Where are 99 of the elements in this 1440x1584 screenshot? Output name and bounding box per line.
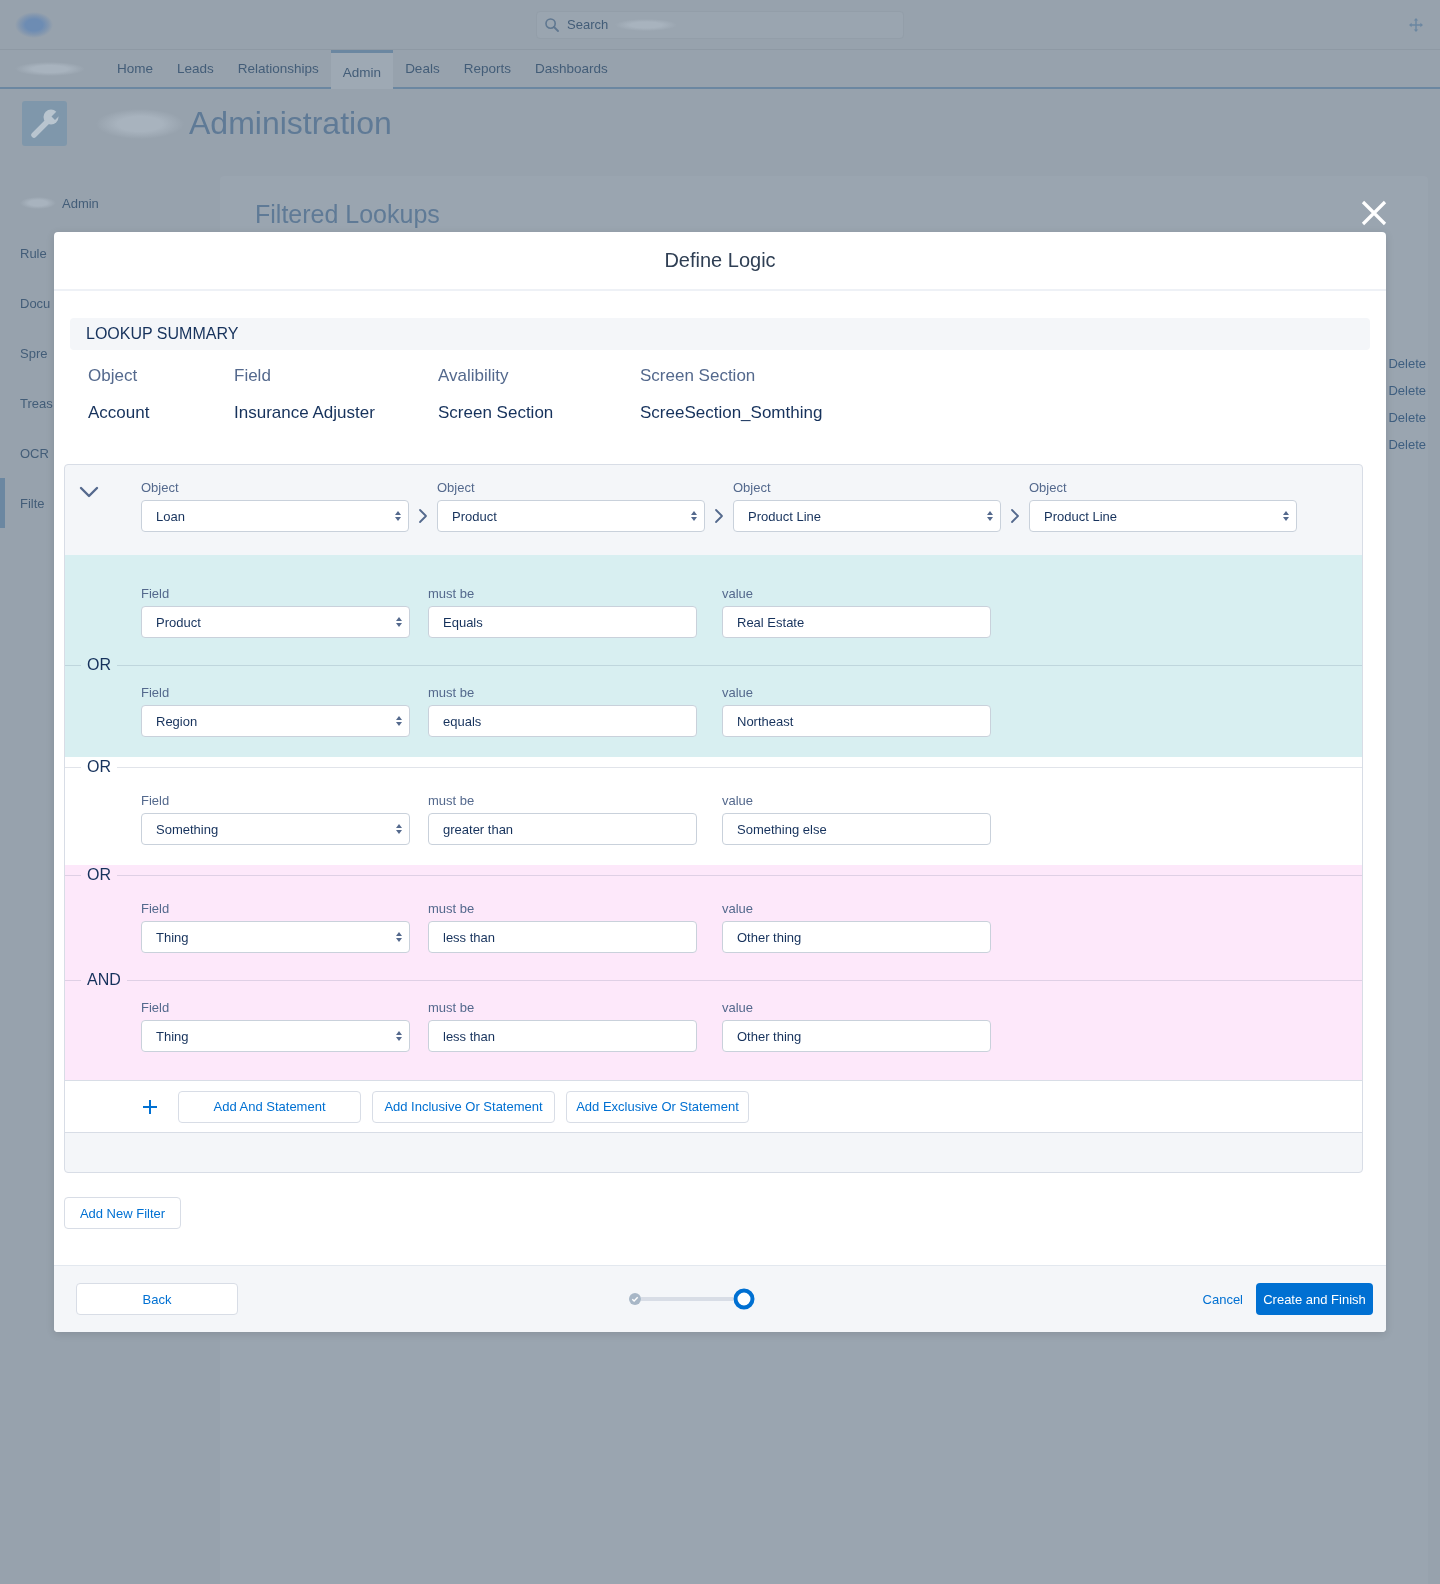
field-label: Object — [437, 480, 475, 496]
search-icon — [545, 17, 559, 32]
field-label: Field — [141, 901, 170, 917]
field-label: value — [722, 1000, 754, 1016]
object-select[interactable]: Loan — [141, 500, 409, 532]
add-statement-button[interactable]: Add Exclusive Or Statement — [566, 1090, 749, 1123]
back-button[interactable]: Back — [76, 1283, 238, 1315]
add-statement-button[interactable]: Add And Statement — [178, 1090, 361, 1123]
summary-label: Field — [234, 365, 271, 387]
operator-input[interactable]: less than — [428, 921, 697, 953]
chevron-right-icon — [714, 508, 724, 524]
sidebar-item[interactable]: Docu — [0, 278, 51, 328]
add-filter-button[interactable]: Add New Filter — [64, 1197, 181, 1229]
value-input[interactable]: Northeast — [722, 705, 991, 737]
field-label: must be — [428, 586, 475, 602]
summary-label: Avalibility — [438, 365, 509, 387]
sidebar-item[interactable]: Filte — [0, 478, 45, 528]
sidebar-item[interactable]: Spre — [0, 328, 48, 378]
delete-link[interactable]: Delete — [1388, 356, 1426, 371]
field-select[interactable]: Product — [141, 606, 410, 638]
field-label: value — [722, 793, 754, 809]
operator-input[interactable]: greater than — [428, 813, 697, 845]
field-label: must be — [428, 793, 475, 809]
operator-input[interactable]: equals — [428, 705, 697, 737]
nav-tab[interactable]: Home — [105, 50, 165, 87]
field-label: must be — [428, 1000, 475, 1016]
field-label: Field — [141, 1000, 170, 1016]
delete-link[interactable]: Delete — [1388, 437, 1426, 452]
close-icon — [1361, 200, 1387, 226]
logic-operator: OR — [87, 757, 111, 777]
plus-icon — [143, 1099, 157, 1114]
nav-tab[interactable]: Admin — [330, 50, 394, 89]
updown-arrows-icon — [396, 716, 402, 726]
summary-label: Screen Section — [640, 365, 756, 387]
operator-input[interactable]: less than — [428, 1020, 697, 1052]
field-label: value — [722, 901, 754, 917]
field-select[interactable]: Region — [141, 705, 410, 737]
updown-arrows-icon — [395, 511, 401, 521]
nav-tab[interactable]: Deals — [393, 50, 452, 87]
value-input[interactable]: Something else — [722, 813, 991, 845]
summary-value: ScreeSection_Somthing — [640, 402, 823, 424]
sidebar-item[interactable]: Admin — [0, 178, 99, 228]
updown-arrows-icon — [396, 824, 402, 834]
summary-label: Object — [88, 365, 138, 387]
section-title: Filtered Lookups — [255, 199, 440, 229]
add-statement-button[interactable]: Add Inclusive Or Statement — [372, 1090, 555, 1123]
field-label: Object — [141, 480, 179, 496]
field-label: value — [722, 685, 754, 701]
updown-arrows-icon — [987, 511, 993, 521]
field-label: must be — [428, 901, 475, 917]
object-select[interactable]: Product Line — [733, 500, 1001, 532]
cancel-link[interactable]: Cancel — [1202, 1291, 1243, 1307]
wrench-icon — [22, 101, 67, 146]
field-select[interactable]: Thing — [141, 921, 410, 953]
value-input[interactable]: Other thing — [722, 921, 991, 953]
field-label: Object — [733, 480, 771, 496]
operator-input[interactable]: Equals — [428, 606, 697, 638]
close-button[interactable] — [1361, 200, 1387, 226]
logic-operator: OR — [87, 655, 111, 675]
field-label: value — [722, 586, 754, 602]
object-select[interactable]: Product Line — [1029, 500, 1297, 532]
sidebar-item[interactable]: OCR — [0, 428, 49, 478]
field-select[interactable]: Thing — [141, 1020, 410, 1052]
section-header: LOOKUP SUMMARY — [70, 318, 1370, 350]
value-input[interactable]: Real Estate — [722, 606, 991, 638]
field-select[interactable]: Something — [141, 813, 410, 845]
updown-arrows-icon — [1283, 511, 1289, 521]
delete-link[interactable]: Delete — [1388, 383, 1426, 398]
search-field[interactable]: Search — [567, 17, 613, 32]
summary-value: Screen Section — [438, 402, 554, 424]
chevron-right-icon — [1010, 508, 1020, 524]
field-label: Field — [141, 793, 170, 809]
updown-arrows-icon — [396, 1031, 402, 1041]
updown-arrows-icon — [396, 617, 402, 627]
field-label: Field — [141, 586, 170, 602]
logic-operator: OR — [87, 865, 111, 885]
finish-button[interactable]: Create and Finish — [1256, 1283, 1373, 1315]
summary-value: Insurance Adjuster — [234, 402, 375, 424]
object-select[interactable]: Product — [437, 500, 705, 532]
logic-operator: AND — [87, 970, 121, 990]
field-label: must be — [428, 685, 475, 701]
nav-tab[interactable]: Leads — [165, 50, 226, 87]
chevron-right-icon — [418, 508, 428, 524]
updown-arrows-icon — [691, 511, 697, 521]
delete-link[interactable]: Delete — [1388, 410, 1426, 425]
nav-tab[interactable]: Reports — [451, 50, 523, 87]
nav-tab[interactable]: Relationships — [225, 50, 331, 87]
chevron-down-icon[interactable] — [79, 486, 99, 498]
dialog-title: Define Logic — [664, 249, 776, 272]
sidebar-item[interactable]: Rule — [0, 228, 47, 278]
page-title: Administration — [189, 104, 392, 143]
summary-value: Account — [88, 402, 150, 424]
field-label: Object — [1029, 480, 1067, 496]
nav-tab[interactable]: Dashboards — [522, 50, 620, 87]
sidebar-item[interactable]: Treas — [0, 378, 53, 428]
value-input[interactable]: Other thing — [722, 1020, 991, 1052]
updown-arrows-icon — [396, 932, 402, 942]
move-icon[interactable] — [1409, 17, 1423, 32]
field-label: Field — [141, 685, 170, 701]
